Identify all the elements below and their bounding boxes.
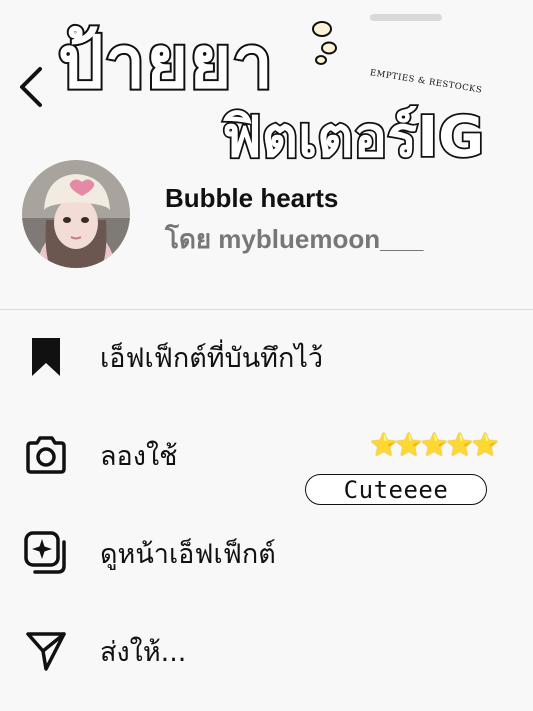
rating-stars: ⭐⭐⭐⭐⭐ (370, 433, 499, 458)
menu-item-view-effect-page[interactable]: ดูหน้าเอ็ฟเฟ็กต์ (0, 518, 533, 588)
cute-tag-text: Cuteeee (343, 475, 449, 504)
send-icon (22, 627, 70, 675)
sticker-title-main: ป้ายยา (56, 20, 275, 104)
sticker-title-sub: ฟิตเตอร์IG (220, 105, 486, 170)
avatar-image (22, 160, 130, 268)
chevron-left-icon (20, 67, 42, 107)
menu-item-label: เอ็ฟเฟ็กต์ที่บันทึกไว้ (100, 342, 324, 374)
effect-name: Bubble hearts (165, 183, 339, 213)
effect-author[interactable]: โดย mybluemoon___ (165, 219, 423, 260)
avatar[interactable] (22, 160, 130, 268)
sheet-drag-handle[interactable] (370, 14, 442, 21)
divider (0, 309, 533, 310)
sticker-tagline: EMPTIES & RESTOCKS (369, 68, 483, 96)
effect-page-icon (22, 529, 70, 577)
bookmark-icon (22, 333, 70, 381)
cute-tag-label: Cuteeee (305, 474, 487, 505)
menu-item-send-to[interactable]: ส่งให้... (0, 616, 533, 686)
camera-icon (22, 431, 70, 479)
menu-item-label: ลองใช้ (100, 440, 178, 472)
bubbles-icon (312, 21, 337, 65)
back-button[interactable] (14, 64, 48, 110)
menu-item-saved-effects[interactable]: เอ็ฟเฟ็กต์ที่บันทึกไว้ (0, 322, 533, 392)
menu-item-label: ส่งให้... (100, 636, 187, 668)
menu-item-label: ดูหน้าเอ็ฟเฟ็กต์ (100, 538, 276, 570)
